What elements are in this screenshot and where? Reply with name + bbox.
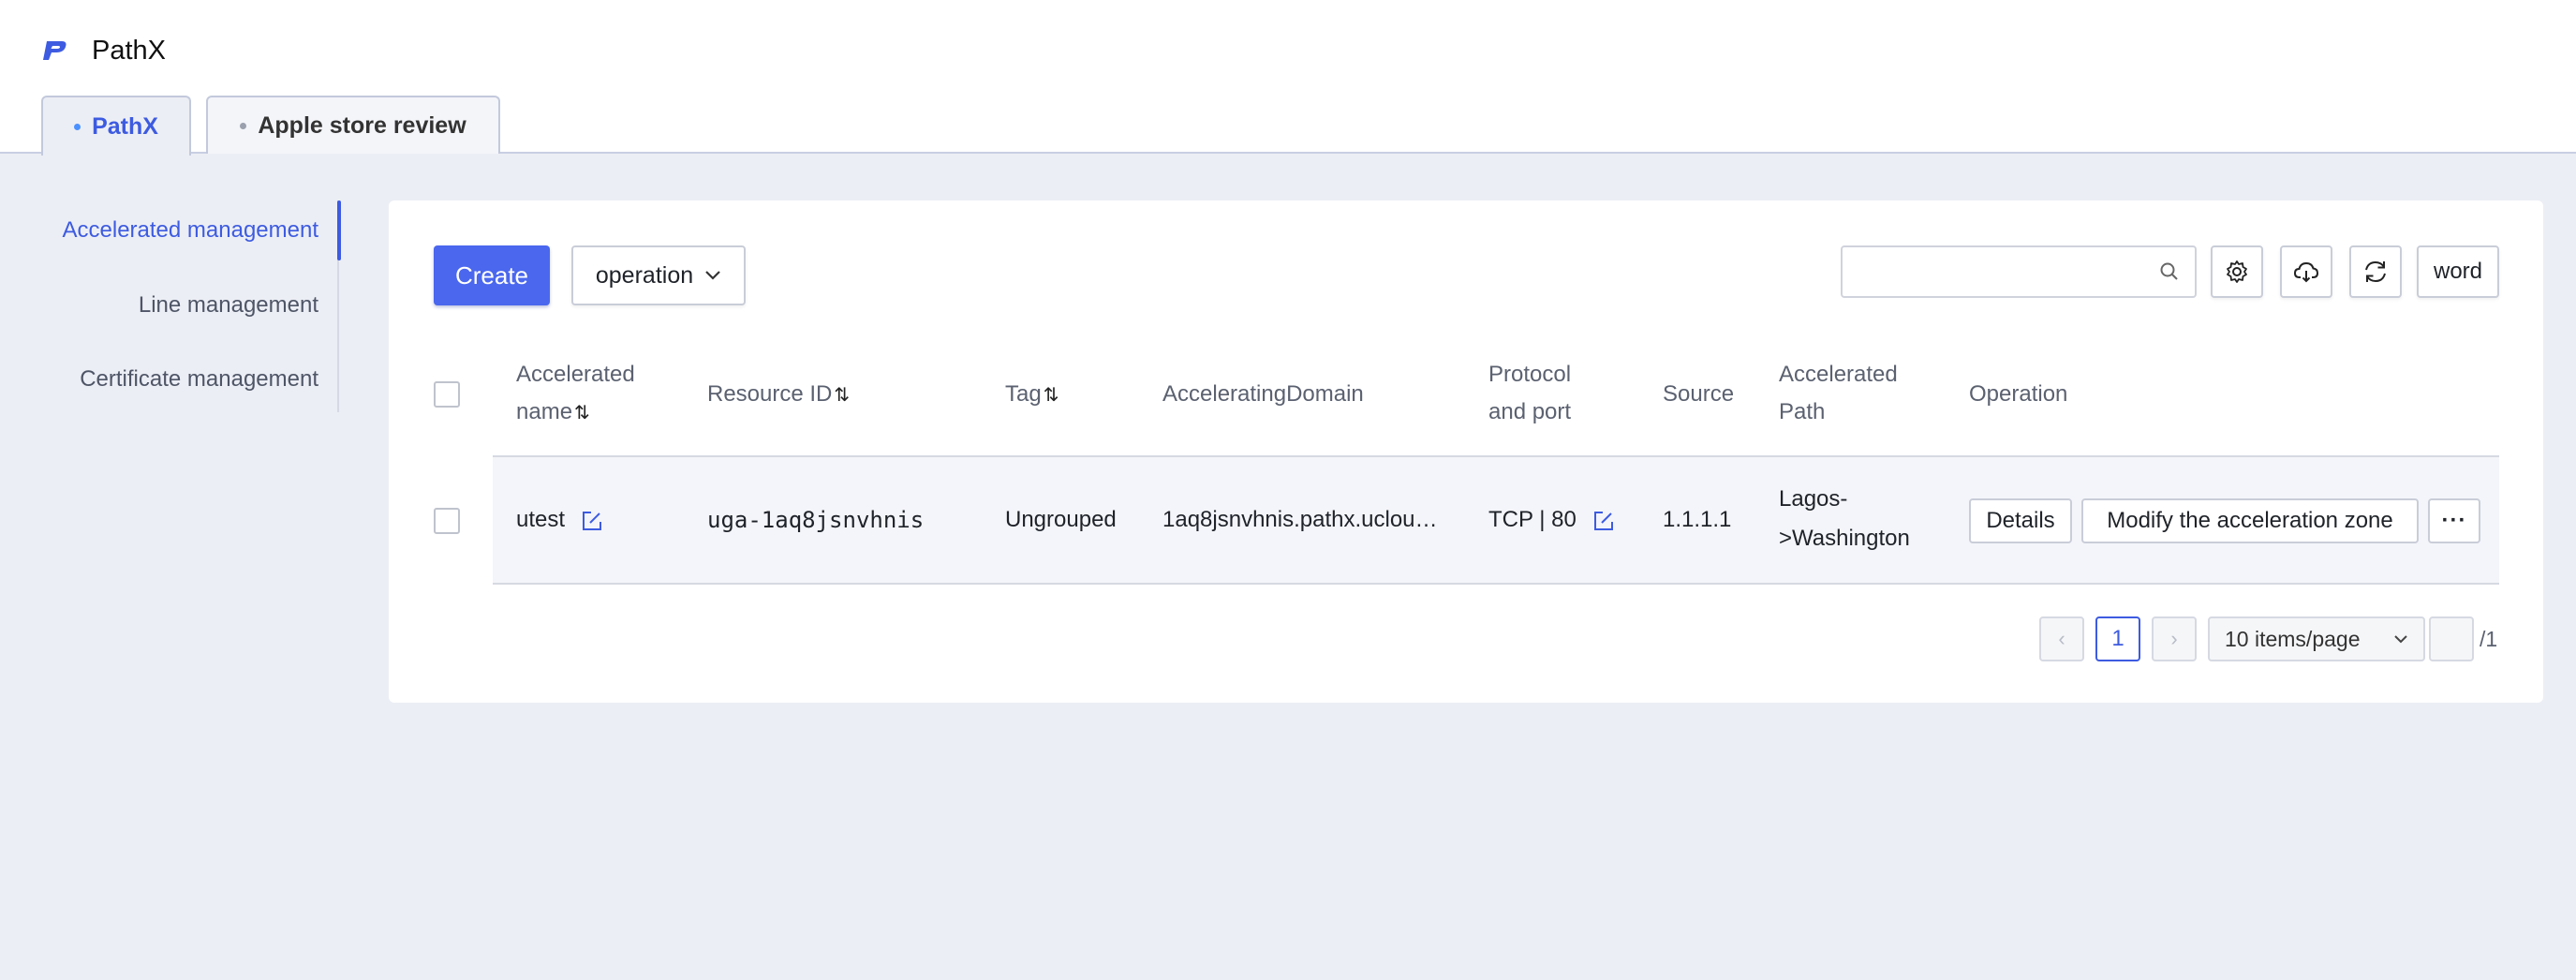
column-header-line: Protocol xyxy=(1488,362,1572,387)
column-header-source: Source xyxy=(1663,381,1735,407)
create-button[interactable]: Create xyxy=(434,245,550,305)
settings-button[interactable] xyxy=(2211,245,2263,298)
sort-icon[interactable]: ⇅ xyxy=(574,403,590,423)
column-header-protocol-port: Protocol and port xyxy=(1488,356,1571,431)
download-button[interactable] xyxy=(2280,245,2332,298)
cell-resource-id: uga-1aq8jsnvhnis xyxy=(707,507,925,533)
page-size-label: 10 items/page xyxy=(2225,626,2361,651)
column-header-accelerating-domain: AcceleratingDomain xyxy=(1162,381,1364,407)
tab-dot-icon xyxy=(240,122,247,129)
column-header-line-2: name ⇅ xyxy=(516,393,635,432)
pathx-logo-icon xyxy=(43,41,67,60)
main-card: Create operation word Accelerated name ⇅… xyxy=(389,200,2543,703)
cell-tag: Ungrouped xyxy=(1005,507,1117,532)
search-icon[interactable] xyxy=(2159,261,2180,282)
sidebar-active-indicator xyxy=(337,200,341,260)
accelerated-path-line-2: >Washington xyxy=(1779,526,1910,551)
brand-name: PathX xyxy=(92,35,166,66)
more-actions-button[interactable]: ··· xyxy=(2428,498,2480,543)
tab-dot-icon xyxy=(74,123,81,130)
column-header-line: Accelerated xyxy=(516,362,635,387)
column-header-line-2: and port xyxy=(1488,399,1572,424)
pagination-next-button[interactable]: › xyxy=(2152,616,2197,661)
row-checkbox[interactable] xyxy=(434,508,460,534)
sidebar-item-line-management[interactable]: Line management xyxy=(139,282,318,329)
column-header-line-2: Path xyxy=(1779,399,1826,424)
column-header-text: name xyxy=(516,399,573,424)
refresh-button[interactable] xyxy=(2349,245,2402,298)
word-export-button[interactable]: word xyxy=(2417,245,2499,298)
tab-apple-store-review[interactable]: Apple store review xyxy=(206,96,500,154)
sort-icon[interactable]: ⇅ xyxy=(834,385,850,406)
refresh-icon xyxy=(2365,260,2386,283)
column-header-line: Accelerated xyxy=(1779,362,1898,387)
brand[interactable]: PathX xyxy=(41,32,166,69)
sidebar: Accelerated management Line management C… xyxy=(0,200,341,412)
cell-accelerated-name: utest xyxy=(516,500,603,540)
sidebar-item-certificate-management[interactable]: Certificate management xyxy=(80,356,318,403)
protocol-port-text: TCP | 80 xyxy=(1488,507,1577,532)
top-header: PathX PathX Apple store review xyxy=(0,0,2576,156)
pagination-page-button[interactable]: 1 xyxy=(2095,616,2140,661)
chevron-down-icon xyxy=(705,271,720,280)
accelerated-path-line: Lagos- xyxy=(1779,486,1848,512)
chevron-down-icon xyxy=(2394,635,2407,644)
edit-icon[interactable] xyxy=(1592,510,1615,532)
cell-accelerated-path: Lagos- >Washington xyxy=(1779,480,1910,558)
gear-icon xyxy=(2227,260,2247,283)
cell-protocol-port: TCP | 80 xyxy=(1488,500,1615,540)
tab-label: PathX xyxy=(92,112,158,140)
column-header-operation: Operation xyxy=(1969,381,2068,407)
pagination-total: /1 xyxy=(2480,627,2498,651)
accelerated-name-text: utest xyxy=(516,507,566,532)
cell-accelerating-domain: 1aq8jsnvhnis.pathx.uclou… xyxy=(1162,507,1438,532)
tab-pathx[interactable]: PathX xyxy=(41,96,191,156)
column-header-tag[interactable]: Tag ⇅ xyxy=(1005,376,1059,414)
pagination-prev-button[interactable]: ‹ xyxy=(2039,616,2084,661)
edit-icon[interactable] xyxy=(581,510,603,532)
tab-label: Apple store review xyxy=(258,111,466,139)
table-row-divider xyxy=(493,583,2499,585)
column-header-text: Resource ID xyxy=(707,381,833,407)
search-box[interactable] xyxy=(1841,245,2197,298)
page-size-select[interactable]: 10 items/page xyxy=(2208,616,2425,661)
select-all-checkbox[interactable] xyxy=(434,381,460,408)
operation-dropdown[interactable]: operation xyxy=(571,245,746,305)
column-header-accelerated-name[interactable]: Accelerated name ⇅ xyxy=(516,356,635,432)
page-jump-input[interactable] xyxy=(2429,616,2474,661)
search-input[interactable] xyxy=(1852,253,2142,290)
modify-acceleration-zone-button[interactable]: Modify the acceleration zone xyxy=(2081,498,2419,543)
operation-label: operation xyxy=(595,261,694,289)
details-button[interactable]: Details xyxy=(1969,498,2072,543)
cell-source: 1.1.1.1 xyxy=(1663,507,1732,532)
sort-icon[interactable]: ⇅ xyxy=(1044,385,1059,406)
cloud-download-icon xyxy=(2293,261,2319,283)
column-header-accelerated-path: Accelerated Path xyxy=(1779,356,1898,431)
column-header-text: Tag xyxy=(1005,381,1042,407)
column-header-resource-id[interactable]: Resource ID ⇅ xyxy=(707,376,850,414)
sidebar-item-accelerated-management[interactable]: Accelerated management xyxy=(63,207,319,254)
